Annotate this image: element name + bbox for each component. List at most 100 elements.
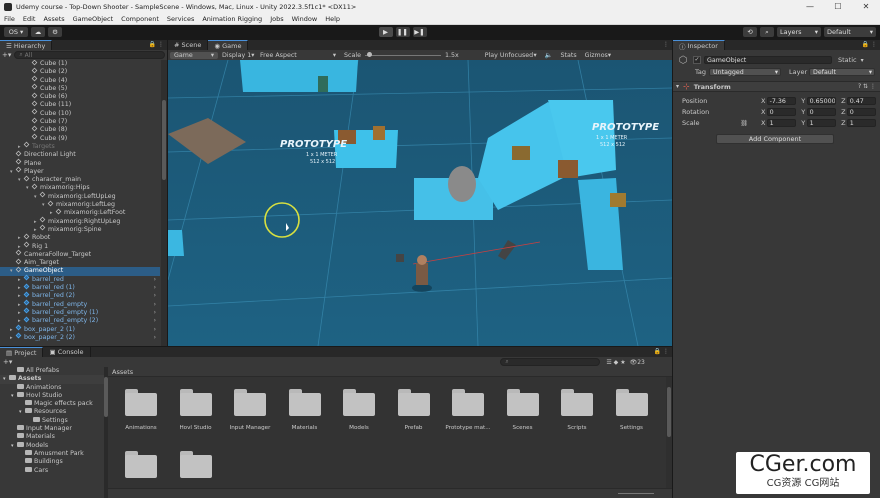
hierarchy-item[interactable]: Cube (1): [0, 60, 160, 68]
asset-scrollbar[interactable]: [666, 377, 672, 488]
game-mode-dropdown[interactable]: Game ▾: [170, 51, 218, 59]
hierarchy-item[interactable]: ▸ barrel_red (1) ›: [0, 283, 160, 292]
project-tree-item[interactable]: Animations: [0, 383, 104, 392]
hierarchy-item[interactable]: Cube (8): [0, 125, 160, 134]
hierarchy-scrollbar[interactable]: [161, 60, 167, 346]
position-y-field[interactable]: 0.650000: [806, 97, 836, 105]
project-tree-item[interactable]: ▾ Models: [0, 441, 104, 450]
tab-console[interactable]: ▣ Console: [43, 347, 91, 357]
position-z-field[interactable]: 0.47: [846, 97, 876, 105]
hierarchy-item[interactable]: ▸ mixamorig:LeftFoot: [0, 208, 160, 217]
close-icon[interactable]: ✕: [852, 2, 880, 11]
asset-folder[interactable]: [172, 451, 220, 487]
position-x-field[interactable]: -7.36: [766, 97, 796, 105]
hierarchy-item[interactable]: ▸ Robot: [0, 233, 160, 242]
play-button[interactable]: ▶: [378, 27, 393, 37]
prefab-open-icon[interactable]: ›: [154, 276, 156, 284]
tab-project[interactable]: ▤ Project: [0, 347, 44, 357]
hierarchy-item[interactable]: ▾ Player: [0, 167, 160, 176]
hierarchy-item[interactable]: Cube (6): [0, 92, 160, 101]
hierarchy-item[interactable]: ▸ mixamorig:Spine: [0, 225, 160, 234]
project-tree-item[interactable]: Materials: [0, 433, 104, 441]
hierarchy-item[interactable]: Cube (9): [0, 133, 160, 143]
hierarchy-item[interactable]: ▸ barrel_red ›: [0, 274, 160, 284]
hierarchy-item[interactable]: ▾ GameObject: [0, 266, 160, 276]
hierarchy-item[interactable]: Aim_Target: [0, 258, 160, 267]
history-icon[interactable]: ⟲: [743, 27, 757, 37]
filter-icons[interactable]: ☰ ◆ ★: [606, 359, 625, 366]
mute-icon[interactable]: 🔈: [541, 51, 557, 59]
project-tree-item[interactable]: ▾ Assets: [0, 375, 104, 384]
static-dropdown-icon[interactable]: ▾: [861, 57, 864, 64]
game-viewport[interactable]: PROTOTYPE 1 x 1 METER 512 x 512 PROTOTYP…: [168, 60, 672, 346]
scale-slider[interactable]: [364, 51, 441, 59]
gizmos-dropdown[interactable]: Gizmos▾: [581, 52, 615, 59]
pause-button[interactable]: ❚❚: [395, 27, 410, 37]
add-component-button[interactable]: Add Component: [716, 134, 834, 144]
menu-item-gameobject[interactable]: GameObject: [69, 15, 118, 23]
layers-dropdown[interactable]: Layers ▾: [777, 27, 821, 37]
asset-folder[interactable]: Scenes: [499, 389, 547, 431]
hierarchy-item[interactable]: ▸ Rig 1: [0, 241, 160, 251]
project-tree-item[interactable]: Buildings: [0, 458, 104, 466]
tab-scene[interactable]: # Scene: [168, 40, 209, 50]
aspect-dropdown[interactable]: Free Aspect ▾: [256, 52, 340, 59]
cloud-icon[interactable]: ☁: [31, 27, 45, 37]
hierarchy-item[interactable]: ▾ mixamorig:LeftUpLeg: [0, 191, 160, 201]
panel-menu-icon[interactable]: 🔒 ⋮: [149, 41, 164, 48]
minimize-icon[interactable]: —: [796, 2, 824, 11]
prefab-open-icon[interactable]: ›: [154, 309, 156, 317]
hierarchy-item[interactable]: ▸ barrel_red_empty (1) ›: [0, 308, 160, 317]
panel-menu-icon[interactable]: 🔒 ⋮: [654, 348, 669, 355]
asset-folder[interactable]: Input Manager: [226, 389, 274, 431]
active-checkbox[interactable]: ✓: [693, 56, 701, 64]
step-button[interactable]: ▶❚: [412, 27, 427, 37]
project-tree-item[interactable]: ▾ Hovl Studio: [0, 391, 104, 400]
hierarchy-item[interactable]: Cube (2): [0, 67, 160, 76]
prefab-open-icon[interactable]: ›: [154, 334, 156, 342]
menu-item-animation-rigging[interactable]: Animation Rigging: [198, 15, 266, 23]
prefab-open-icon[interactable]: ›: [154, 317, 156, 325]
hierarchy-item[interactable]: ▸ barrel_red_empty (2) ›: [0, 316, 160, 325]
menu-item-assets[interactable]: Assets: [39, 15, 68, 23]
project-tree-item[interactable]: All Prefabs: [0, 367, 104, 375]
menu-item-file[interactable]: File: [0, 15, 19, 23]
prefab-open-icon[interactable]: ›: [154, 284, 156, 292]
asset-folder[interactable]: Prototype mat...: [444, 389, 492, 431]
hierarchy-item[interactable]: ▸ barrel_red (2) ›: [0, 291, 160, 300]
menu-item-component[interactable]: Component: [117, 15, 163, 23]
rotation-y-field[interactable]: 0: [806, 108, 836, 116]
panel-menu-icon[interactable]: 🔒 ⋮: [862, 41, 877, 48]
project-tree-item[interactable]: Amusment Park: [0, 449, 104, 458]
menu-item-help[interactable]: Help: [321, 15, 344, 23]
collab-icon[interactable]: ⚙: [48, 27, 62, 37]
asset-folder[interactable]: [117, 451, 165, 487]
hierarchy-item[interactable]: Cube (11): [0, 100, 160, 109]
constrain-proportions-icon[interactable]: ⛓: [740, 120, 759, 127]
create-icon[interactable]: +▾: [3, 358, 12, 366]
hierarchy-item[interactable]: Cube (4): [0, 75, 160, 85]
scale-z-field[interactable]: 1: [846, 119, 876, 127]
menu-item-jobs[interactable]: Jobs: [266, 15, 287, 23]
maximize-icon[interactable]: ☐: [824, 2, 852, 11]
hierarchy-item[interactable]: ▾ character_main: [0, 175, 160, 184]
rotation-z-field[interactable]: 0: [846, 108, 876, 116]
hierarchy-item[interactable]: ▸ box_paper_2 (2) ›: [0, 332, 160, 342]
hierarchy-item[interactable]: Plane: [0, 158, 160, 168]
hierarchy-item[interactable]: Cube (5): [0, 84, 160, 93]
hierarchy-item[interactable]: Directional Light: [0, 150, 160, 159]
scale-y-field[interactable]: 1: [806, 119, 836, 127]
menu-item-edit[interactable]: Edit: [19, 15, 40, 23]
hierarchy-item[interactable]: ▸ box_paper_2 (1) ›: [0, 324, 160, 334]
add-icon[interactable]: +▾: [2, 51, 11, 59]
hierarchy-item[interactable]: Cube (10): [0, 108, 160, 118]
menu-item-services[interactable]: Services: [163, 15, 198, 23]
asset-folder[interactable]: Animations: [117, 389, 165, 431]
prefab-open-icon[interactable]: ›: [154, 301, 156, 309]
scale-x-field[interactable]: 1: [766, 119, 796, 127]
hierarchy-item[interactable]: ▸ Targets: [0, 142, 160, 151]
hierarchy-search-input[interactable]: ⌕ All: [14, 51, 165, 59]
icon-size-slider[interactable]: [618, 493, 654, 494]
hierarchy-item[interactable]: ▾ mixamorig:LeftLeg: [0, 200, 160, 209]
asset-folder[interactable]: Prefab: [390, 389, 438, 431]
